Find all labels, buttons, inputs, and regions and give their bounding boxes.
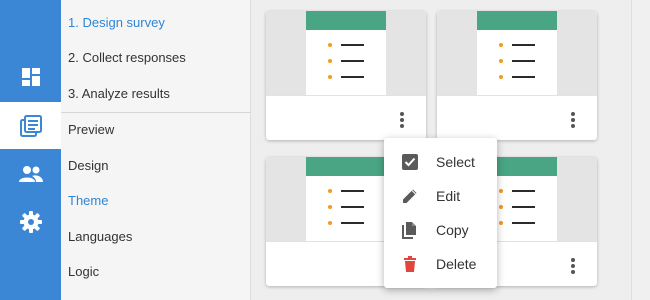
menu-item-label: Delete [436,256,477,272]
nav-divider [61,112,250,113]
surveys-icon [19,114,42,137]
nav-step-collect-responses[interactable]: 2. Collect responses [68,50,186,65]
nav-step-analyze-results[interactable]: 3. Analyze results [68,86,170,101]
app-rail [0,0,61,300]
more-options-icon[interactable] [396,110,408,130]
menu-item-label: Edit [436,188,461,204]
users-button[interactable] [0,150,61,197]
trash-icon [404,256,416,272]
pencil-icon [403,189,417,203]
menu-item-delete[interactable]: Delete [384,247,497,281]
settings-icon [19,210,42,233]
surveys-button[interactable] [0,102,61,149]
users-icon [18,165,43,182]
copy-icon [402,222,416,239]
theme-preview [437,11,597,95]
nav-item-preview[interactable]: Preview [68,122,114,137]
dashboard-icon [21,67,40,86]
nav-item-design[interactable]: Design [68,158,108,173]
card-footer [266,95,426,140]
theme-card[interactable] [266,11,426,140]
nav-item-theme[interactable]: Theme [68,193,108,208]
menu-item-label: Copy [436,222,469,238]
card-footer [437,95,597,140]
settings-button[interactable] [0,198,61,245]
dashboard-button[interactable] [0,53,61,100]
survey-nav-panel: 1. Design survey 2. Collect responses 3.… [61,0,251,300]
theme-card[interactable] [437,11,597,140]
more-options-icon[interactable] [567,256,579,276]
more-options-icon[interactable] [567,110,579,130]
menu-item-label: Select [436,154,475,170]
scrollbar[interactable] [631,0,650,300]
checkbox-icon [402,154,418,170]
menu-item-select[interactable]: Select [384,145,497,179]
card-context-menu: Select Edit Copy Delete [384,138,497,288]
nav-step-design-survey[interactable]: 1. Design survey [68,15,165,30]
nav-item-logic[interactable]: Logic [68,264,99,279]
menu-item-copy[interactable]: Copy [384,213,497,247]
nav-item-languages[interactable]: Languages [68,229,132,244]
menu-item-edit[interactable]: Edit [384,179,497,213]
theme-preview [266,11,426,95]
